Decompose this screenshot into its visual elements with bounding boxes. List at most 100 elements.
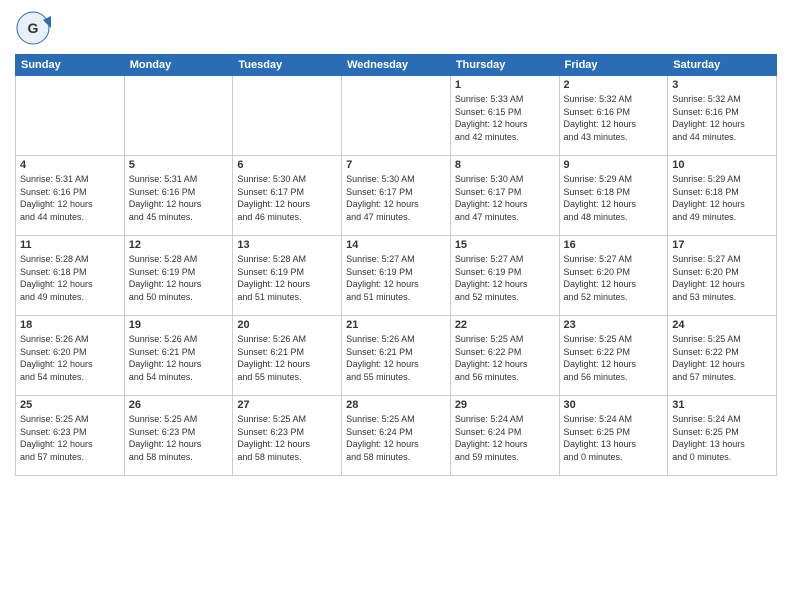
calendar-cell: 2 Sunrise: 5:32 AM Sunset: 6:16 PM Daylig… (559, 76, 668, 156)
day-info: Sunrise: 5:24 AM Sunset: 6:25 PM Dayligh… (564, 413, 664, 463)
calendar-cell: 7 Sunrise: 5:30 AM Sunset: 6:17 PM Daylig… (342, 156, 451, 236)
day-info: Sunrise: 5:26 AM Sunset: 6:21 PM Dayligh… (129, 333, 229, 383)
day-number: 30 (564, 399, 664, 411)
calendar-table: SundayMondayTuesdayWednesdayThursdayFrid… (15, 54, 777, 476)
day-info: Sunrise: 5:27 AM Sunset: 6:19 PM Dayligh… (455, 253, 555, 303)
day-number: 21 (346, 319, 446, 331)
day-info: Sunrise: 5:25 AM Sunset: 6:23 PM Dayligh… (129, 413, 229, 463)
day-header-friday: Friday (559, 55, 668, 76)
calendar-cell: 1 Sunrise: 5:33 AM Sunset: 6:15 PM Daylig… (450, 76, 559, 156)
day-number: 31 (672, 399, 772, 411)
day-number: 15 (455, 239, 555, 251)
day-number: 9 (564, 159, 664, 171)
day-number: 4 (20, 159, 120, 171)
day-info: Sunrise: 5:29 AM Sunset: 6:18 PM Dayligh… (564, 173, 664, 223)
calendar-cell: 23 Sunrise: 5:25 AM Sunset: 6:22 PM Dayli… (559, 316, 668, 396)
day-number: 6 (237, 159, 337, 171)
day-info: Sunrise: 5:31 AM Sunset: 6:16 PM Dayligh… (129, 173, 229, 223)
day-number: 1 (455, 79, 555, 91)
calendar-cell: 20 Sunrise: 5:26 AM Sunset: 6:21 PM Dayli… (233, 316, 342, 396)
day-number: 28 (346, 399, 446, 411)
calendar-cell: 16Sunrise: 5:27 AM Sunset: 6:20 PM Dayli… (559, 236, 668, 316)
day-header-saturday: Saturday (668, 55, 777, 76)
calendar-cell: 29Sunrise: 5:24 AM Sunset: 6:24 PM Dayli… (450, 396, 559, 476)
day-number: 13 (237, 239, 337, 251)
calendar-cell: 8 Sunrise: 5:30 AM Sunset: 6:17 PM Daylig… (450, 156, 559, 236)
day-number: 18 (20, 319, 120, 331)
calendar-cell: 25 Sunrise: 5:25 AM Sunset: 6:23 PM Dayli… (16, 396, 125, 476)
day-number: 27 (237, 399, 337, 411)
calendar-cell (16, 76, 125, 156)
svg-text:G: G (28, 20, 39, 36)
day-info: Sunrise: 5:26 AM Sunset: 6:21 PM Dayligh… (237, 333, 337, 383)
day-header-tuesday: Tuesday (233, 55, 342, 76)
calendar-cell: 3 Sunrise: 5:32 AM Sunset: 6:16 PM Daylig… (668, 76, 777, 156)
day-info: Sunrise: 5:24 AM Sunset: 6:25 PM Dayligh… (672, 413, 772, 463)
calendar-cell: 13 Sunrise: 5:28 AM Sunset: 6:19 PM Dayli… (233, 236, 342, 316)
day-number: 26 (129, 399, 229, 411)
day-info: Sunrise: 5:28 AM Sunset: 6:19 PM Dayligh… (237, 253, 337, 303)
day-number: 25 (20, 399, 120, 411)
calendar-cell (233, 76, 342, 156)
calendar-cell: 12 Sunrise: 5:28 AM Sunset: 6:19 PM Dayli… (124, 236, 233, 316)
calendar-cell: 4Sunrise: 5:31 AM Sunset: 6:16 PM Daylig… (16, 156, 125, 236)
day-info: Sunrise: 5:27 AM Sunset: 6:20 PM Dayligh… (564, 253, 664, 303)
calendar-cell (124, 76, 233, 156)
calendar-cell: 10 Sunrise: 5:29 AM Sunset: 6:18 PM Dayli… (668, 156, 777, 236)
calendar-cell: 31 Sunrise: 5:24 AM Sunset: 6:25 PM Dayli… (668, 396, 777, 476)
day-info: Sunrise: 5:24 AM Sunset: 6:24 PM Dayligh… (455, 413, 555, 463)
day-number: 10 (672, 159, 772, 171)
calendar-cell: 19 Sunrise: 5:26 AM Sunset: 6:21 PM Dayli… (124, 316, 233, 396)
calendar-cell: 28Sunrise: 5:25 AM Sunset: 6:24 PM Dayli… (342, 396, 451, 476)
calendar-cell: 5 Sunrise: 5:31 AM Sunset: 6:16 PM Daylig… (124, 156, 233, 236)
day-info: Sunrise: 5:32 AM Sunset: 6:16 PM Dayligh… (564, 93, 664, 143)
day-number: 20 (237, 319, 337, 331)
day-info: Sunrise: 5:25 AM Sunset: 6:22 PM Dayligh… (564, 333, 664, 383)
day-number: 8 (455, 159, 555, 171)
day-info: Sunrise: 5:32 AM Sunset: 6:16 PM Dayligh… (672, 93, 772, 143)
day-header-sunday: Sunday (16, 55, 125, 76)
day-number: 7 (346, 159, 446, 171)
day-info: Sunrise: 5:28 AM Sunset: 6:19 PM Dayligh… (129, 253, 229, 303)
logo: G (15, 10, 55, 46)
header: G (15, 10, 777, 46)
calendar-cell: 9 Sunrise: 5:29 AM Sunset: 6:18 PM Daylig… (559, 156, 668, 236)
day-number: 3 (672, 79, 772, 91)
day-info: Sunrise: 5:25 AM Sunset: 6:22 PM Dayligh… (672, 333, 772, 383)
day-number: 14 (346, 239, 446, 251)
day-header-wednesday: Wednesday (342, 55, 451, 76)
calendar-cell: 14Sunrise: 5:27 AM Sunset: 6:19 PM Dayli… (342, 236, 451, 316)
day-info: Sunrise: 5:29 AM Sunset: 6:18 PM Dayligh… (672, 173, 772, 223)
calendar-cell: 27 Sunrise: 5:25 AM Sunset: 6:23 PM Dayli… (233, 396, 342, 476)
calendar-cell (342, 76, 451, 156)
day-number: 22 (455, 319, 555, 331)
day-header-monday: Monday (124, 55, 233, 76)
day-info: Sunrise: 5:33 AM Sunset: 6:15 PM Dayligh… (455, 93, 555, 143)
calendar-cell: 17 Sunrise: 5:27 AM Sunset: 6:20 PM Dayli… (668, 236, 777, 316)
calendar-cell: 22 Sunrise: 5:25 AM Sunset: 6:22 PM Dayli… (450, 316, 559, 396)
calendar-cell: 30 Sunrise: 5:24 AM Sunset: 6:25 PM Dayli… (559, 396, 668, 476)
day-info: Sunrise: 5:26 AM Sunset: 6:21 PM Dayligh… (346, 333, 446, 383)
day-info: Sunrise: 5:25 AM Sunset: 6:23 PM Dayligh… (20, 413, 120, 463)
day-info: Sunrise: 5:30 AM Sunset: 6:17 PM Dayligh… (346, 173, 446, 223)
day-number: 5 (129, 159, 229, 171)
day-info: Sunrise: 5:30 AM Sunset: 6:17 PM Dayligh… (237, 173, 337, 223)
calendar-cell: 24Sunrise: 5:25 AM Sunset: 6:22 PM Dayli… (668, 316, 777, 396)
day-info: Sunrise: 5:30 AM Sunset: 6:17 PM Dayligh… (455, 173, 555, 223)
calendar-cell: 21 Sunrise: 5:26 AM Sunset: 6:21 PM Dayli… (342, 316, 451, 396)
day-number: 17 (672, 239, 772, 251)
calendar-cell: 18Sunrise: 5:26 AM Sunset: 6:20 PM Dayli… (16, 316, 125, 396)
logo-icon: G (15, 10, 51, 46)
calendar-cell: 11Sunrise: 5:28 AM Sunset: 6:18 PM Dayli… (16, 236, 125, 316)
day-number: 23 (564, 319, 664, 331)
day-number: 19 (129, 319, 229, 331)
day-number: 12 (129, 239, 229, 251)
day-info: Sunrise: 5:25 AM Sunset: 6:22 PM Dayligh… (455, 333, 555, 383)
day-info: Sunrise: 5:28 AM Sunset: 6:18 PM Dayligh… (20, 253, 120, 303)
calendar-cell: 26 Sunrise: 5:25 AM Sunset: 6:23 PM Dayli… (124, 396, 233, 476)
day-number: 2 (564, 79, 664, 91)
day-header-thursday: Thursday (450, 55, 559, 76)
calendar-cell: 6 Sunrise: 5:30 AM Sunset: 6:17 PM Daylig… (233, 156, 342, 236)
day-info: Sunrise: 5:25 AM Sunset: 6:23 PM Dayligh… (237, 413, 337, 463)
day-info: Sunrise: 5:27 AM Sunset: 6:20 PM Dayligh… (672, 253, 772, 303)
